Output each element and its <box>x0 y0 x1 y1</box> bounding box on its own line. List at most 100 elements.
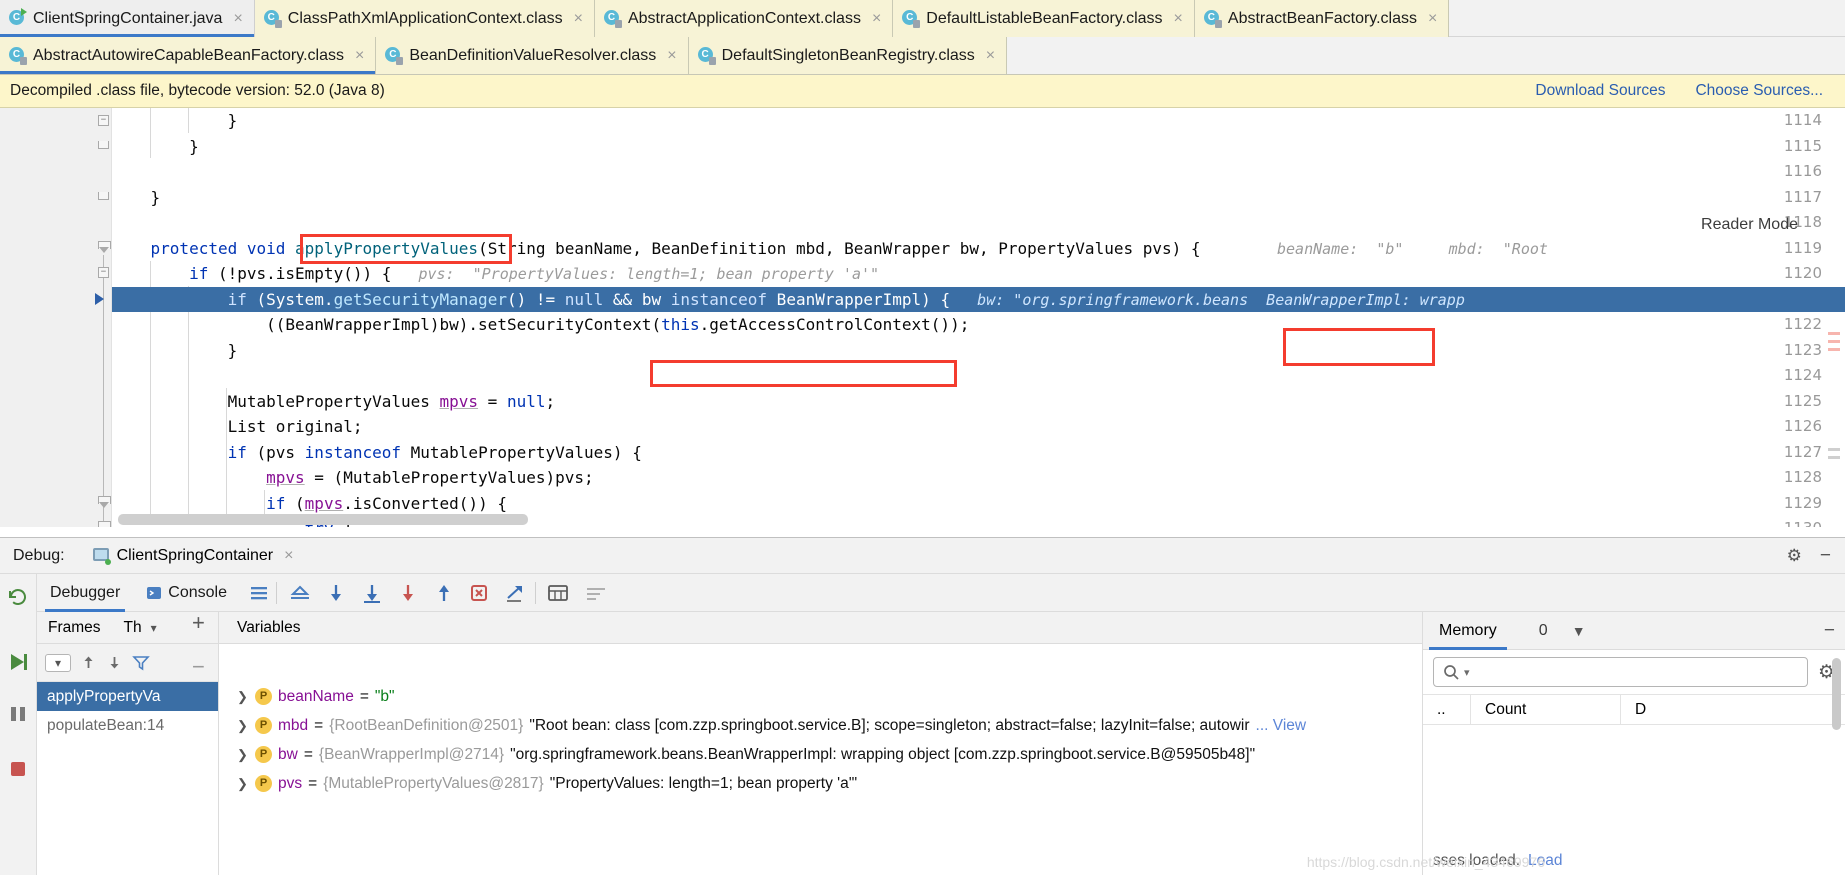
editor-tab-clientspringcontainer[interactable]: C ClientSpringContainer.java × <box>0 0 255 37</box>
variable-name: pvs <box>278 775 303 792</box>
variables-scrollbar[interactable] <box>1832 658 1841 730</box>
parameter-badge-icon: P <box>255 688 272 705</box>
chevron-down-icon[interactable]: ▾ <box>1464 666 1470 679</box>
variable-row-pvs[interactable]: ❯ P pvs = {MutablePropertyValues@2817} "… <box>219 769 1422 798</box>
remove-watch-icon[interactable]: − <box>192 656 205 678</box>
show-execution-point-icon[interactable] <box>287 582 313 604</box>
chevron-right-icon[interactable]: ❯ <box>237 740 249 769</box>
tabbar-filler <box>1449 0 1845 37</box>
code-editor[interactable]: 1114 1115 1116 1117 1118 1119 1120 1121 … <box>0 108 1845 527</box>
editor-tab-abstractbeanfactory[interactable]: C AbstractBeanFactory.class × <box>1194 0 1450 37</box>
code-line-1128: mpvs = (MutablePropertyValues)pvs; <box>266 468 594 487</box>
error-stripe[interactable] <box>1828 456 1840 459</box>
memory-column-class[interactable]: .. <box>1423 694 1471 725</box>
close-icon[interactable]: × <box>986 47 995 64</box>
fold-collapse-marker[interactable] <box>98 241 111 255</box>
step-into-icon[interactable] <box>359 582 385 604</box>
variable-equals: = <box>308 775 318 792</box>
fold-marker[interactable]: − <box>98 267 109 278</box>
error-stripe[interactable] <box>1828 332 1840 335</box>
fold-end-marker[interactable] <box>98 141 109 149</box>
variable-row-bw[interactable]: ❯ P bw = {BeanWrapperImpl@2714} "org.spr… <box>219 740 1422 769</box>
choose-sources-link[interactable]: Choose Sources... <box>1695 82 1823 100</box>
chevron-right-icon[interactable]: ❯ <box>237 711 249 740</box>
settings-list-icon[interactable] <box>584 582 608 604</box>
evaluate-expression-icon[interactable] <box>546 582 570 604</box>
editor-tab-abstractapplicationcontext[interactable]: C AbstractApplicationContext.class × <box>594 0 894 37</box>
memory-column-count[interactable]: Count <box>1471 694 1621 725</box>
chevron-down-icon[interactable]: ▼ <box>1572 623 1586 639</box>
download-sources-link[interactable]: Download Sources <box>1535 82 1665 100</box>
editor-tab-beandefinitionvalueresolver[interactable]: C BeanDefinitionValueResolver.class × <box>376 37 689 74</box>
variable-row-mbd[interactable]: ❯ P mbd = {RootBeanDefinition@2501} "Roo… <box>219 711 1422 740</box>
move-down-icon[interactable] <box>106 654 123 671</box>
minimize-icon[interactable]: − <box>1824 621 1845 640</box>
force-step-into-icon[interactable] <box>395 582 421 604</box>
debug-session-tab[interactable]: ClientSpringContainer × <box>92 547 293 565</box>
close-icon[interactable]: × <box>355 47 364 64</box>
view-link[interactable]: ... View <box>1256 711 1307 740</box>
inline-hint-beanname: beanName: "b" mbd: "Root <box>1277 239 1548 258</box>
fold-end-marker[interactable] <box>98 192 109 200</box>
editor-tab-abstractautowirecapablebeanfactory[interactable]: C AbstractAutowireCapableBeanFactory.cla… <box>0 37 377 74</box>
fold-marker[interactable]: − <box>98 115 109 126</box>
fold-collapse-marker[interactable] <box>98 496 111 510</box>
error-stripe[interactable] <box>1828 340 1840 343</box>
editor-gutter[interactable] <box>0 108 112 527</box>
memory-load-link[interactable]: Load <box>1528 852 1562 870</box>
run-to-cursor-icon[interactable] <box>503 582 529 604</box>
memory-status-row: sses loaded. Load <box>1423 845 1845 875</box>
minimize-icon[interactable]: − <box>1820 546 1831 565</box>
tab-debugger[interactable]: Debugger <box>37 574 133 612</box>
editor-tab-label: BeanDefinitionValueResolver.class <box>409 46 657 64</box>
frames-tab[interactable]: Frames <box>48 619 119 637</box>
stop-program-icon[interactable] <box>8 759 28 779</box>
step-over-icon[interactable] <box>323 582 349 604</box>
variable-row-beanname[interactable]: ❯ P beanName = "b" <box>219 682 1422 711</box>
reader-mode-label[interactable]: Reader Mode <box>1701 216 1798 234</box>
memory-search-input[interactable]: ▾ <box>1433 657 1808 687</box>
editor-tab-defaultsingletonbeanregistry[interactable]: C DefaultSingletonBeanRegistry.class × <box>688 37 1008 74</box>
chevron-right-icon[interactable]: ❯ <box>237 682 249 711</box>
editor-tabbar: C ClientSpringContainer.java × C ClassPa… <box>0 0 1845 75</box>
resume-program-icon[interactable] <box>7 651 29 673</box>
close-icon[interactable]: × <box>1174 10 1183 27</box>
layout-settings-icon[interactable] <box>248 582 270 604</box>
memory-column-diff[interactable]: D <box>1621 694 1660 725</box>
threads-tab[interactable]: Th <box>124 619 142 637</box>
close-icon[interactable]: × <box>667 47 676 64</box>
step-out-icon[interactable] <box>431 582 457 604</box>
fold-collapse-marker[interactable] <box>98 521 111 527</box>
frame-item-populatebean[interactable]: populateBean:14 <box>37 711 218 740</box>
error-stripe[interactable] <box>1828 348 1840 351</box>
rerun-icon[interactable] <box>7 586 29 608</box>
close-icon[interactable]: × <box>872 10 881 27</box>
close-icon[interactable]: × <box>284 547 293 564</box>
chevron-down-icon[interactable]: ▾ <box>151 621 157 635</box>
editor-tab-defaultlistablebeanfactory[interactable]: C DefaultListableBeanFactory.class × <box>893 0 1195 37</box>
close-icon[interactable]: × <box>574 10 583 27</box>
thread-selector-dropdown[interactable]: ▾ <box>45 653 72 672</box>
drop-frame-icon[interactable] <box>467 582 493 604</box>
add-watch-icon[interactable]: + <box>192 612 205 634</box>
editor-tab-classpathxmlapplicationcontext[interactable]: C ClassPathXmlApplicationContext.class × <box>254 0 595 37</box>
code-text-area[interactable]: } } } protected void applyPropertyValues… <box>112 108 1845 527</box>
debug-header-actions: ⚙ − <box>1787 546 1845 566</box>
gear-icon[interactable]: ⚙ <box>1787 546 1802 566</box>
move-up-icon[interactable] <box>80 654 97 671</box>
pause-program-icon[interactable] <box>8 704 28 724</box>
close-icon[interactable]: × <box>1428 10 1437 27</box>
memory-tab[interactable]: Memory <box>1423 612 1513 650</box>
tab-console[interactable]: Console <box>133 574 240 612</box>
frame-item-applypropertyvalues[interactable]: applyPropertyVa <box>37 682 218 711</box>
editor-hscrollbar[interactable] <box>118 514 528 525</box>
class-file-icon: C <box>697 47 716 65</box>
memory-filter-field[interactable] <box>1473 664 1798 680</box>
error-stripe[interactable] <box>1828 448 1840 451</box>
filter-icon[interactable] <box>132 654 150 671</box>
close-icon[interactable]: × <box>233 10 242 27</box>
chevron-right-icon[interactable]: ❯ <box>237 769 249 798</box>
class-file-icon: C <box>385 47 404 65</box>
search-icon <box>1443 664 1460 681</box>
